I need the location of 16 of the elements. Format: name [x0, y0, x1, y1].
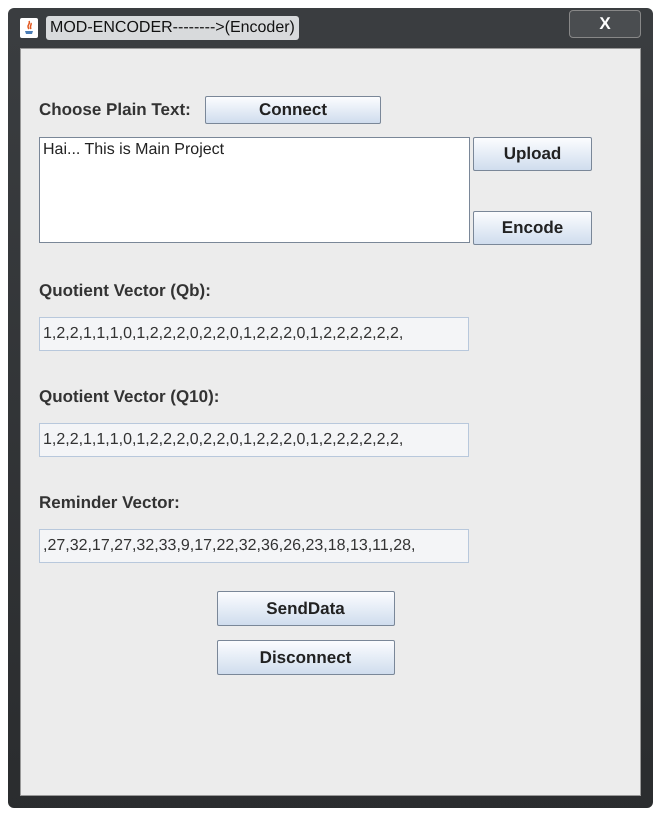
plain-text-area[interactable]: Hai... This is Main Project [39, 137, 470, 243]
upload-button[interactable]: Upload [473, 137, 592, 171]
encode-button[interactable]: Encode [473, 211, 592, 245]
connect-button[interactable]: Connect [205, 96, 381, 124]
vector-field[interactable]: 1,2,2,1,1,1,0,1,2,2,2,0,2,2,0,1,2,2,2,0,1,2,2,2,2,2,2, [39, 423, 469, 457]
vector-label: Reminder Vector: [39, 493, 181, 513]
vector-label: Quotient Vector (Q10): [39, 387, 220, 407]
close-button[interactable]: X [569, 10, 641, 38]
window-title: MOD-ENCODER-------->(Encoder) [46, 16, 299, 40]
app-icon [20, 18, 38, 38]
plain-text-label: Choose Plain Text: [39, 99, 192, 122]
action-button[interactable]: SendData [216, 591, 394, 626]
action-button[interactable]: Disconnect [216, 640, 394, 675]
vector-field[interactable]: ,27,32,17,27,32,33,9,17,22,32,36,26,23,18,13,11,28, [39, 529, 469, 563]
vector-label: Quotient Vector (Qb): [39, 281, 212, 301]
vector-field[interactable]: 1,2,2,1,1,1,0,1,2,2,2,0,2,2,0,1,2,2,2,0,1,2,2,2,2,2,2, [39, 317, 469, 351]
